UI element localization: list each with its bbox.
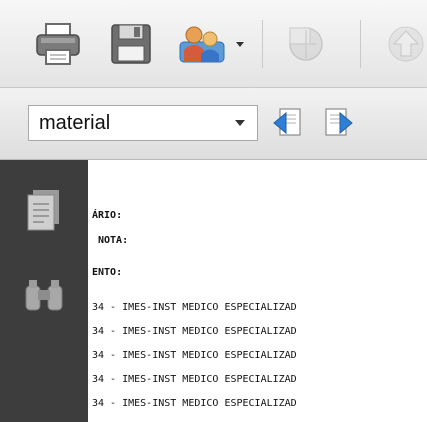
document-row: 34 - IMES-INST MEDICO ESPECIALIZAD — [92, 326, 297, 337]
find-panel-button[interactable] — [22, 276, 66, 314]
document-label: NOTA: — [98, 235, 129, 246]
save-button[interactable] — [108, 22, 154, 66]
find-toolbar — [0, 88, 427, 160]
document-row: 34 - IMES-INST MEDICO ESPECIALIZAD — [92, 398, 297, 409]
document-label: ÁRIO: — [92, 210, 123, 221]
find-box — [28, 105, 258, 141]
document-view[interactable]: ÁRIO: NOTA: ENTO: 34 - IMES-INST MEDICO … — [88, 160, 427, 422]
printer-icon — [36, 23, 80, 65]
chevron-down-icon — [235, 120, 245, 126]
find-input[interactable] — [29, 106, 225, 140]
binoculars-icon — [25, 280, 63, 311]
toolbar-separator — [262, 20, 263, 68]
document-label: ENTO: — [92, 267, 123, 278]
arrow-up-icon — [388, 26, 424, 62]
print-button[interactable] — [34, 22, 82, 66]
previous-page-button[interactable] — [384, 22, 427, 66]
chevron-down-icon — [236, 42, 244, 47]
find-previous-icon — [273, 108, 301, 136]
document-row: 34 - IMES-INST MEDICO ESPECIALIZAD — [92, 302, 297, 313]
document-row: 34 - IMES-INST MEDICO ESPECIALIZAD — [92, 350, 297, 361]
navigation-pane — [0, 160, 88, 422]
toolbar-separator — [360, 20, 361, 68]
floppy-disk-icon — [111, 24, 151, 64]
document-row: 34 - IMES-INST MEDICO ESPECIALIZAD — [92, 374, 297, 385]
pages-icon — [27, 190, 59, 231]
find-next-icon — [325, 108, 353, 136]
disabled-tool-button[interactable] — [282, 22, 330, 66]
main-toolbar — [0, 0, 427, 88]
people-share-icon — [179, 26, 225, 63]
page-thumbnails-button[interactable] — [24, 188, 62, 232]
globe-icon — [289, 27, 323, 61]
find-options-dropdown[interactable] — [223, 106, 257, 140]
find-previous-button[interactable] — [270, 105, 306, 141]
find-next-button[interactable] — [320, 105, 356, 141]
share-button[interactable] — [176, 22, 246, 66]
